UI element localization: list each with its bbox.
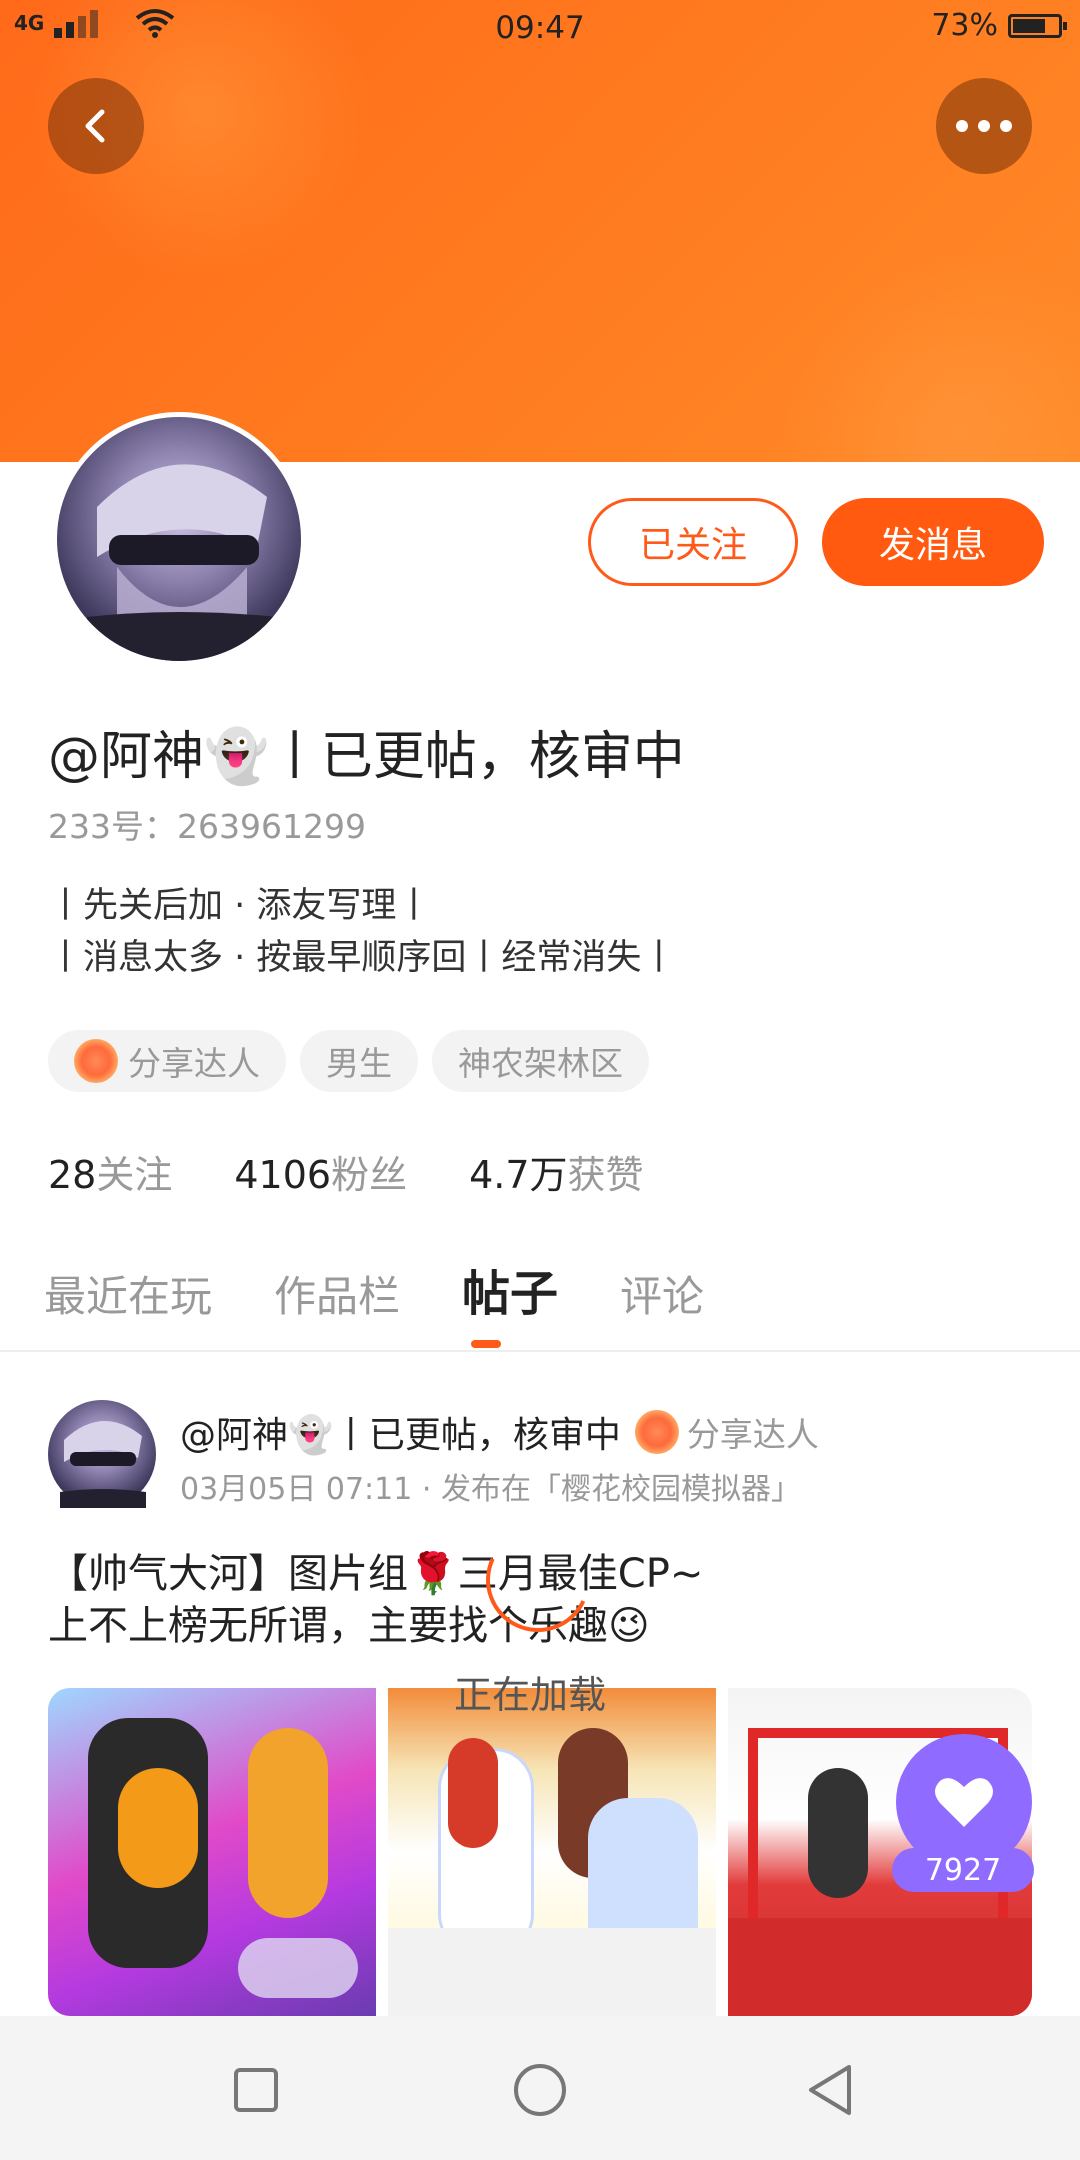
chevron-left-icon [85,109,105,143]
avatar-image [60,1420,146,1508]
following-count: 28 [48,1153,97,1197]
post-image[interactable] [48,1688,376,2016]
bio-line: 丨先关后加 · 添友写理丨 [48,886,432,926]
profile-name: @阿神👻丨已更帖，核审中 [48,727,685,787]
status-bar: 4G 09:47 73% [0,0,1080,56]
bio: 丨先关后加 · 添友写理丨 丨消息太多 · 按最早顺序回丨经常消失丨 [48,880,676,984]
back-button[interactable] [48,78,144,174]
share-expert-badge-icon [634,1410,679,1454]
avatar-image [87,464,277,661]
header-banner [0,0,1080,462]
figure-shape [238,1938,358,1998]
battery-percent: 73% [931,8,998,43]
circle-icon [514,2064,566,2116]
fans-count: 4106 [234,1153,332,1197]
home-button[interactable] [510,2060,570,2120]
fans-label: 粉丝 [331,1153,408,1197]
tag-label: 男生 [326,1044,392,1083]
figure-shape [808,1768,868,1898]
tag-share-expert[interactable]: 分享达人 [48,1030,286,1092]
like-count: 7927 [892,1848,1034,1892]
fans-stat[interactable]: 4106粉丝 [234,1144,407,1199]
post-text-line: 【帅气大河】图片组🌹三月最佳CP~ [48,1551,704,1597]
banner-decoration [780,250,1080,462]
ground-shape [388,1928,716,2016]
user-id: 233号：263961299 [48,807,366,846]
badge-label: 分享达人 [686,1415,819,1454]
tab-recently-played[interactable]: 最近在玩 [44,1263,212,1324]
bio-line: 丨消息太多 · 按最早顺序回丨经常消失丨 [48,938,677,978]
tag-label: 分享达人 [128,1044,260,1083]
tag-gender: 男生 [300,1030,418,1092]
system-navigation-bar [0,2016,1080,2160]
more-dots-icon [956,120,1012,132]
cabin-floor-shape [728,1918,1032,2016]
figure-shape [448,1738,498,1848]
profile-tabs: 最近在玩 作品栏 帖子 评论 [44,1254,704,1324]
share-expert-badge-icon [74,1039,118,1083]
square-icon [234,2068,278,2112]
likes-label: 获赞 [567,1153,644,1197]
tab-comments[interactable]: 评论 [620,1263,704,1324]
figure-shape [118,1768,198,1888]
clock: 09:47 [495,10,585,46]
followed-button[interactable]: 已关注 [588,498,798,586]
send-message-button[interactable]: 发消息 [822,498,1044,586]
divider [0,1350,1080,1352]
tag-list: 分享达人 男生 神农架林区 [48,1030,649,1092]
tab-posts[interactable]: 帖子 [462,1254,558,1324]
battery-icon [1008,13,1067,38]
post-image[interactable] [388,1688,716,2016]
post-author-name[interactable]: @阿神👻丨已更帖，核审中 [180,1406,621,1458]
post-author-badge: 分享达人 [634,1408,819,1456]
loading-text: 正在加载 [454,1673,607,1717]
post-author: @阿神👻丨已更帖，核审中 分享达人 [180,1406,819,1458]
figure-shape [248,1728,328,1918]
post-author-avatar[interactable] [48,1400,156,1508]
following-label: 关注 [96,1153,173,1197]
post-meta[interactable]: 03月05日 07:11 · 发布在「樱花校园模拟器」 [180,1464,801,1508]
tag-label: 神农架林区 [458,1044,623,1083]
recent-apps-button[interactable] [226,2060,286,2120]
likes-stat: 4.7万获赞 [469,1144,643,1199]
following-stat[interactable]: 28关注 [48,1144,172,1199]
heart-icon [935,1778,993,1827]
tab-works[interactable]: 作品栏 [274,1263,400,1324]
likes-count: 4.7万 [469,1153,568,1197]
tag-location: 神农架林区 [432,1030,649,1092]
back-nav-button[interactable] [800,2060,860,2120]
status-right: 73% [931,8,1067,43]
post-text-line: 上不上榜无所谓，主要找个乐趣😉 [48,1603,650,1649]
more-button[interactable] [936,78,1032,174]
triangle-back-icon [809,2065,851,2115]
active-tab-indicator [471,1340,501,1348]
avatar[interactable] [52,412,306,666]
profile-stats: 28关注 4106粉丝 4.7万获赞 [48,1144,644,1199]
post-text[interactable]: 【帅气大河】图片组🌹三月最佳CP~ 上不上榜无所谓，主要找个乐趣😉 [48,1548,703,1652]
